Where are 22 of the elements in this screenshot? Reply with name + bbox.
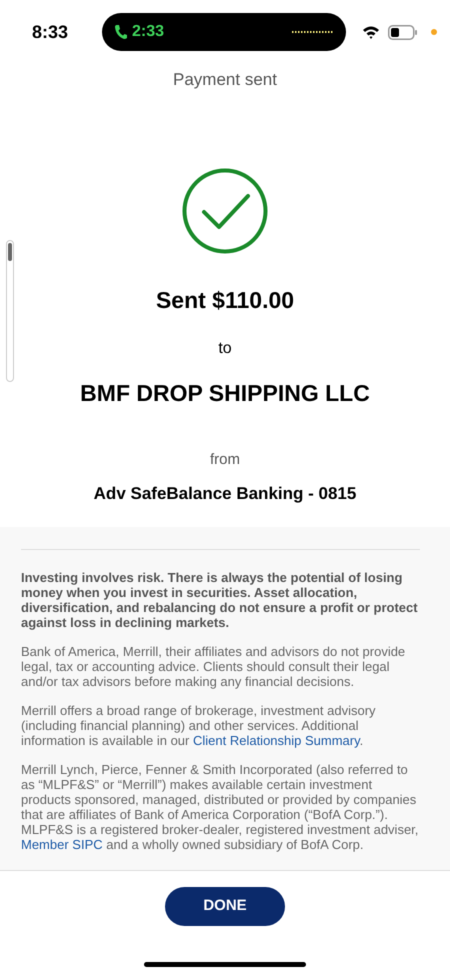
disclosure-text: Merrill offers a broad range of brokerage, investment advisory (including financial planning) and other services. Additional information is available in our Client Relationship Summary. <box>21 702 377 748</box>
disclosure-link[interactable]: Client Relationship Summary <box>192 732 360 748</box>
wifi-icon <box>362 25 380 39</box>
status-time: 8:33 <box>30 20 70 44</box>
call-pill[interactable]: 2:33 <box>102 13 346 51</box>
disclosure-text: Merrill Lynch, Pierce, Fenner & Smith Incorporated (also referred to as “MLPF&S” or “Merrill”) makes available certain investment products sponsored, managed, distributed or provided by companies that are affiliates of Bank of America Corporation (“BofA Corp.”). MLPF&S is a registered broker-dealer, registered investment adviser, Member SIPC and a wholly owned subsidiary of BofA Corp. <box>21 762 420 852</box>
phone-icon <box>114 24 128 40</box>
privacy-indicator <box>431 29 437 35</box>
checkmark-circle-icon <box>182 168 268 254</box>
to-label: to <box>217 339 233 359</box>
disclosure-text: Investing involves risk. There is always the potential of losing money when you invest in securities. Asset allocation, diversification, and rebalancing do not ensure a profit or protect against loss in declining markets. <box>21 570 419 630</box>
payee-name: BMF DROP SHIPPING LLC <box>79 379 371 408</box>
from-label: from <box>209 450 241 470</box>
screen-title: Payment sent <box>172 69 278 91</box>
battery-icon <box>388 24 418 40</box>
call-timer: 2:33 <box>132 22 164 42</box>
done-button[interactable]: DONE <box>165 886 285 926</box>
amount-text: Sent $110.00 <box>154 286 296 314</box>
disclosure-text: Bank of America, Merrill, their affiliates and advisors do not provide legal, tax or accounting advice. Clients should consult their legal and/or tax advisors before making any financial decisions. <box>21 644 406 688</box>
account-name: Adv SafeBalance Banking - 0815 <box>92 483 358 505</box>
waveform-icon <box>292 30 334 34</box>
disclosure-link[interactable]: Member SIPC <box>21 836 103 852</box>
